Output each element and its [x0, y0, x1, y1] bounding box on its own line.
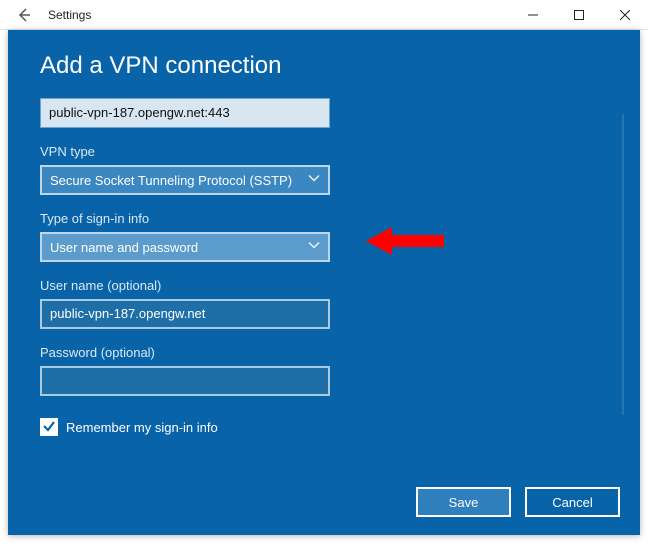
signin-type-label: Type of sign-in info [40, 211, 612, 226]
minimize-icon [528, 10, 538, 20]
password-input[interactable] [40, 366, 330, 396]
panel-heading: Add a VPN connection [40, 52, 612, 80]
username-input[interactable]: public-vpn-187.opengw.net [40, 299, 330, 329]
minimize-button[interactable] [510, 0, 556, 30]
maximize-button[interactable] [556, 0, 602, 30]
remember-row: Remember my sign-in info [40, 418, 612, 436]
chevron-down-icon [308, 242, 320, 253]
dialog-buttons: Save Cancel [416, 487, 620, 517]
add-vpn-panel: Add a VPN connection public-vpn-187.open… [8, 30, 640, 535]
cancel-button[interactable]: Cancel [525, 487, 620, 517]
signin-type-field: Type of sign-in info User name and passw… [40, 211, 612, 262]
maximize-icon [574, 10, 584, 20]
close-button[interactable] [602, 0, 648, 30]
remember-label: Remember my sign-in info [66, 420, 218, 435]
window-controls [510, 0, 648, 30]
save-button[interactable]: Save [416, 487, 511, 517]
password-field: Password (optional) [40, 345, 612, 396]
chevron-down-icon [308, 175, 320, 186]
server-name-field: public-vpn-187.opengw.net:443 [40, 98, 612, 128]
close-icon [620, 10, 630, 20]
password-label: Password (optional) [40, 345, 612, 360]
remember-checkbox[interactable] [40, 418, 58, 436]
check-icon [42, 419, 56, 435]
save-label: Save [449, 495, 479, 510]
vpn-type-dropdown[interactable]: Secure Socket Tunneling Protocol (SSTP) [40, 165, 330, 195]
username-label: User name (optional) [40, 278, 612, 293]
vpn-type-field: VPN type Secure Socket Tunneling Protoco… [40, 144, 612, 195]
vpn-type-value: Secure Socket Tunneling Protocol (SSTP) [50, 173, 292, 188]
signin-type-dropdown[interactable]: User name and password [40, 232, 330, 262]
titlebar: Settings [0, 0, 648, 30]
scrollbar[interactable] [622, 114, 624, 415]
server-name-input[interactable]: public-vpn-187.opengw.net:443 [40, 98, 330, 128]
back-arrow-icon [16, 7, 32, 23]
window-title: Settings [48, 8, 91, 22]
cancel-label: Cancel [552, 495, 592, 510]
back-button[interactable] [0, 0, 48, 30]
username-field: User name (optional) public-vpn-187.open… [40, 278, 612, 329]
signin-type-value: User name and password [50, 240, 198, 255]
vpn-type-label: VPN type [40, 144, 612, 159]
